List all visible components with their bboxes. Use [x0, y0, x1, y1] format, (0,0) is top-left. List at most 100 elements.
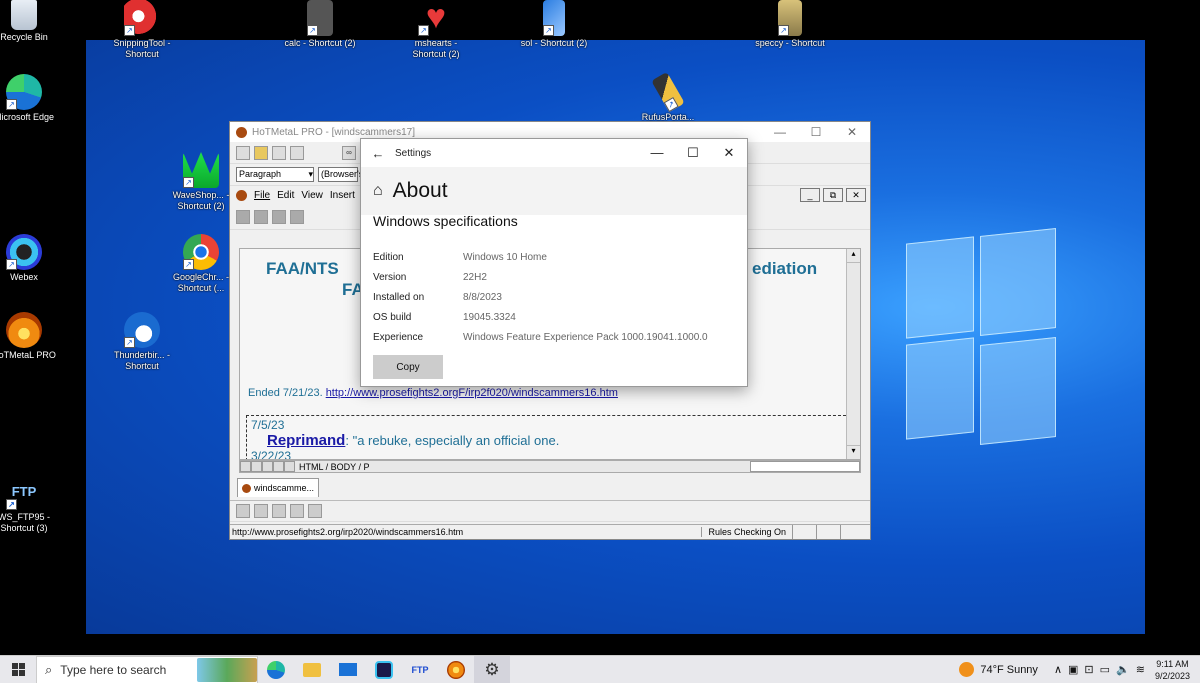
spec-row-experience: Experience Windows Feature Experience Pa… [373, 331, 708, 343]
maximize-icon[interactable]: ☐ [798, 125, 834, 139]
reprimand-line: Reprimand: "a rebuke, especially an offi… [267, 432, 846, 449]
home-icon[interactable]: ⌂ [373, 182, 383, 200]
open-folder-icon[interactable] [254, 145, 268, 160]
doc-close-icon[interactable]: ✕ [846, 188, 866, 202]
close-icon[interactable]: ✕ [834, 125, 870, 139]
copy-icon[interactable] [290, 145, 304, 160]
menu-edit[interactable]: Edit [277, 190, 294, 201]
minimize-icon[interactable]: — [639, 145, 675, 161]
browser-select[interactable]: (Browser's [318, 167, 363, 182]
desktop-icon-recycle-bin[interactable]: Recycle Bin [0, 0, 62, 43]
doc-minimize-icon[interactable]: _ [800, 188, 820, 202]
desktop-icon-wsftp95[interactable]: FTP ↗ WS_FTP95 - Shortcut (3) [0, 474, 62, 534]
document-tab[interactable]: windscamme... [237, 478, 320, 497]
copy-button[interactable]: Copy [373, 355, 443, 379]
taskbar-settings[interactable]: ⚙ [474, 655, 510, 683]
clock-date: 9/2/2023 [1154, 670, 1190, 681]
view-mode-icon[interactable] [273, 461, 284, 472]
desktop-icon-rufusporta[interactable]: ↗ RufusPorta... [630, 71, 706, 123]
volume-icon[interactable]: 🔈 [1116, 663, 1130, 676]
taskbar-hotmetal[interactable] [438, 656, 474, 683]
back-arrow-icon[interactable]: ← [361, 146, 395, 161]
reprimand-link[interactable]: Reprimand [267, 432, 345, 449]
weather-sun-icon[interactable] [959, 662, 975, 677]
menu-view[interactable]: View [301, 190, 323, 201]
settings-window[interactable]: ← Settings — ☐ ✕ ⌂ About Windows specifi… [360, 138, 748, 387]
battery-icon[interactable]: ▭ [1100, 663, 1110, 676]
calculator-icon: ↗ [307, 0, 333, 36]
hotmetal-toolbar-bottom [230, 500, 870, 522]
start-button[interactable] [0, 656, 36, 683]
menu-file[interactable]: File [254, 190, 270, 201]
settings-titlebar[interactable]: ← Settings — ☐ ✕ [361, 139, 747, 167]
taskbar-search-box[interactable]: ⌕ Type here to search [36, 655, 258, 683]
binoculars-icon[interactable]: ∞ [342, 145, 356, 160]
save-icon[interactable] [272, 145, 286, 160]
taskbar-webex[interactable] [366, 656, 402, 683]
taskbar-file-explorer[interactable] [294, 656, 330, 683]
hotmetal-statusbar: http://www.prosefights2.org/irp2020/wind… [230, 524, 870, 539]
solitaire-cards-icon: ↗ [543, 0, 565, 36]
tool-icon[interactable] [254, 504, 268, 518]
maximize-icon[interactable]: ☐ [675, 145, 711, 161]
tool-icon[interactable] [272, 504, 286, 518]
desktop-icon-calc[interactable]: ↗ calc - Shortcut (2) [282, 0, 358, 49]
desktop-icon-label: sol - Shortcut (2) [520, 38, 588, 48]
reprimand-definition: : "a rebuke, especially an official one. [345, 433, 560, 448]
paragraph-style-select[interactable]: Paragraph ▾ [236, 167, 314, 182]
desktop-icon-label: GoogleChr... - Shortcut (... [172, 272, 230, 293]
vertical-scrollbar[interactable]: ▴ ▾ [846, 249, 860, 459]
chevron-up-icon[interactable]: ∧ [1054, 663, 1062, 676]
settings-header: ⌂ About [361, 167, 747, 215]
scroll-up-icon[interactable]: ▴ [847, 249, 860, 263]
new-file-icon[interactable] [236, 145, 250, 160]
hotmetal-flame-icon [6, 312, 42, 348]
desktop-icon-label: WS_FTP95 - Shortcut (3) [0, 512, 50, 533]
desktop-icon-hotmetal[interactable]: HoTMetaL PRO [0, 312, 62, 361]
ended-link[interactable]: http://www.prosefights2.orgF/irp2f020/wi… [326, 387, 618, 399]
desktop-icon-waveshop[interactable]: ↗ WaveShop... - Shortcut (2) [163, 152, 239, 212]
tag-button-icon[interactable] [254, 209, 268, 224]
desktop-icon-label: Thunderbir... - Shortcut [113, 350, 171, 371]
tag-button-icon[interactable] [272, 209, 286, 224]
clock[interactable]: 9:11 AM 9/2/2023 [1155, 658, 1190, 682]
view-mode-icon[interactable] [251, 461, 262, 472]
desktop-icon-webex[interactable]: ↗ Webex [0, 234, 62, 283]
gear-icon: ⚙ [484, 659, 500, 679]
horizontal-scrollbar[interactable] [750, 461, 860, 472]
globe-icon[interactable] [284, 461, 295, 472]
weather-text[interactable]: 74°F Sunny [980, 664, 1038, 676]
folder-icon [303, 662, 321, 677]
view-mode-icon[interactable] [240, 461, 251, 472]
wifi-icon[interactable]: ≋ [1136, 663, 1145, 676]
scroll-down-icon[interactable]: ▾ [847, 445, 860, 459]
tag-button-icon[interactable] [290, 209, 304, 224]
close-icon[interactable]: ✕ [711, 145, 747, 161]
view-mode-icon[interactable] [262, 461, 273, 472]
menu-insert[interactable]: Insert [330, 190, 355, 201]
desktop-icon-edge[interactable]: ↗ Microsoft Edge [0, 74, 62, 123]
network-icon[interactable]: ⊡ [1084, 663, 1093, 676]
recycle-bin-icon [11, 0, 37, 30]
taskbar-mail[interactable] [330, 656, 366, 683]
desktop-icon-snippingtool[interactable]: ↗ SnippingTool - Shortcut [104, 0, 180, 60]
camera-icon[interactable]: ▣ [1068, 663, 1078, 676]
desktop-icon-googlechrome[interactable]: ↗ GoogleChr... - Shortcut (... [163, 234, 239, 294]
tool-icon[interactable] [290, 504, 304, 518]
tool-icon[interactable] [308, 504, 322, 518]
hotmetal-flame-icon [447, 660, 465, 679]
desktop-icon-sol[interactable]: ↗ sol - Shortcut (2) [516, 0, 592, 49]
tool-icon[interactable] [236, 504, 250, 518]
spec-row-edition: Edition Windows 10 Home [373, 251, 547, 263]
desktop-icon-mshearts[interactable]: ♥ ↗ mshearts - Shortcut (2) [398, 0, 474, 60]
tag-button-icon[interactable] [236, 209, 250, 224]
minimize-icon[interactable]: — [762, 125, 798, 139]
clock-time: 9:11 AM [1156, 658, 1189, 669]
desktop-icon-thunderbird[interactable]: ↗ Thunderbir... - Shortcut [104, 312, 180, 372]
dated-section: 7/5/23 Reprimand: "a rebuke, especially … [246, 415, 846, 459]
speccy-icon: ↗ [778, 0, 802, 36]
desktop-icon-speccy[interactable]: ↗ speccy - Shortcut [752, 0, 828, 49]
taskbar-edge[interactable] [258, 656, 294, 683]
taskbar-wsftp[interactable]: FTP [402, 656, 438, 683]
doc-restore-icon[interactable]: ⧉ [823, 188, 843, 202]
